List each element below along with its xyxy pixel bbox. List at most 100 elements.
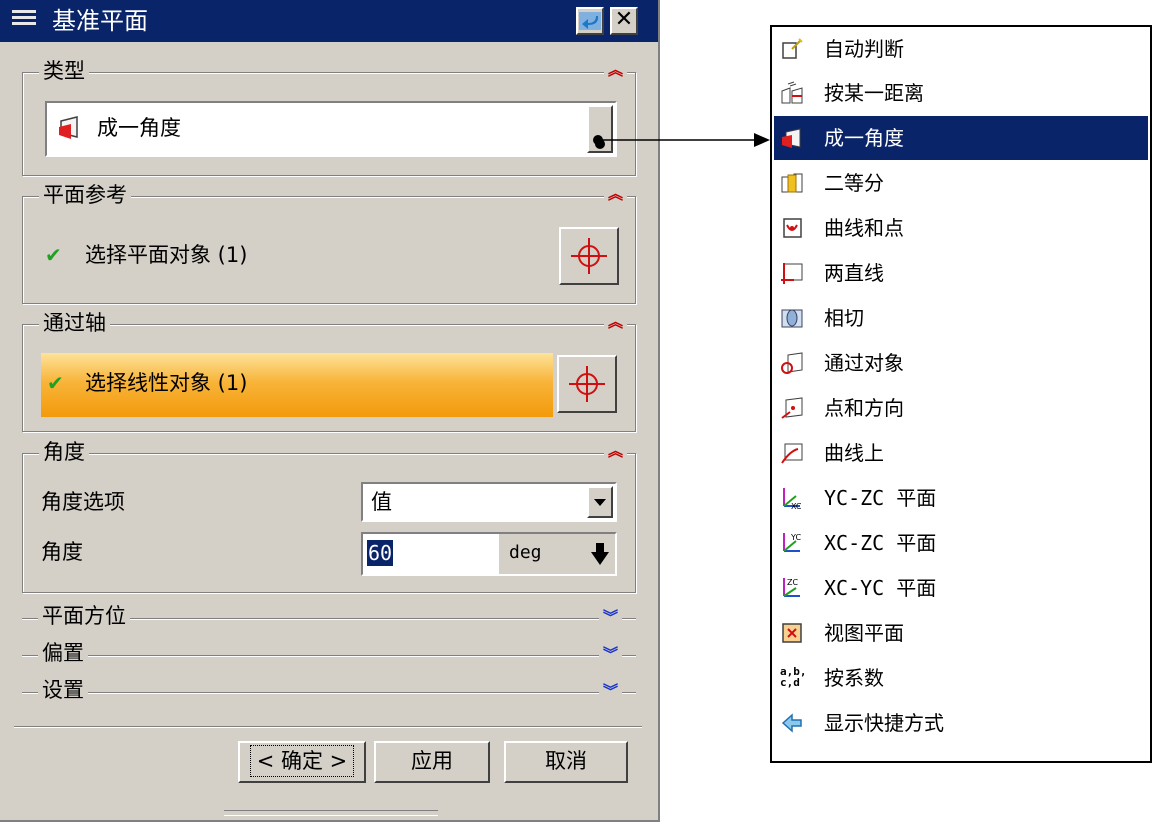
coefficients-icon: a,b, c,d — [780, 665, 807, 689]
cancel-button[interactable]: 取消 — [504, 741, 628, 783]
resize-grip[interactable] — [224, 810, 438, 816]
settings-group[interactable]: 设置 ︾ — [22, 676, 636, 706]
select-plane-button[interactable] — [559, 227, 619, 285]
menu-item-auto-infer[interactable]: 自动判断 — [774, 27, 1148, 71]
show-shortcuts-icon — [781, 713, 802, 733]
settings-title: 设置 — [38, 676, 88, 704]
angle-input-value: 60 — [367, 540, 394, 566]
menu-item-label: 显示快捷方式 — [824, 711, 944, 735]
menu-item-label: 曲线上 — [824, 441, 884, 465]
plane-orientation-group[interactable]: 平面方位 ︾ — [22, 602, 636, 632]
crosshair-icon — [571, 238, 607, 274]
chevron-down-icon — [594, 499, 606, 506]
type-combobox[interactable]: 成一角度 — [45, 101, 617, 157]
title-bar[interactable]: 基准平面 ✕ — [0, 0, 658, 42]
menu-item-on-curve[interactable]: 曲线上 — [774, 431, 1148, 475]
on-curve-icon — [781, 443, 803, 464]
menu-item-curve-point[interactable]: 曲线和点 — [774, 206, 1148, 250]
collapse-through-axis-icon[interactable]: ︽ — [603, 313, 627, 331]
menu-item-distance[interactable]: 按某一距离 — [774, 71, 1148, 115]
arrow-down-icon — [591, 543, 609, 565]
point-direction-icon — [781, 397, 803, 419]
collapse-plane-reference-icon[interactable]: ︽ — [603, 185, 627, 203]
svg-text:XC: XC — [791, 502, 802, 510]
svg-text:YC: YC — [790, 533, 801, 542]
connector-arrow — [593, 133, 770, 147]
menu-item-label: 两直线 — [824, 261, 884, 285]
xc-yc-plane-icon: ZC — [783, 578, 800, 597]
angle-value-field[interactable]: 60 deg — [361, 532, 617, 576]
window-menu-icon[interactable] — [12, 10, 36, 32]
menu-item-label: 按系数 — [824, 666, 884, 690]
collapse-type-icon[interactable]: ︽ — [603, 61, 627, 79]
menu-item-angle[interactable]: 成一角度 — [774, 116, 1148, 160]
select-axis-text: 选择线性对象 (1) — [85, 371, 248, 395]
menu-item-tangent[interactable]: 相切 — [774, 296, 1148, 340]
angle-group: 角度 ︽ 角度选项 值 角度 60 deg — [22, 438, 636, 593]
menu-item-yc-zc-plane[interactable]: XC YC-ZC 平面 — [774, 476, 1148, 520]
type-group: 类型 ︽ 成一角度 — [22, 57, 636, 176]
menu-item-view-plane[interactable]: 视图平面 — [774, 611, 1148, 655]
view-plane-icon — [782, 623, 802, 643]
menu-item-bisector[interactable]: 二等分 — [774, 161, 1148, 205]
separator — [14, 726, 642, 728]
angle-option-dropdown-button[interactable] — [587, 486, 613, 518]
check-icon: ✔ — [45, 243, 62, 267]
angle-option-combobox[interactable]: 值 — [361, 482, 617, 522]
yc-zc-plane-icon: XC — [783, 488, 802, 510]
menu-item-label: XC-ZC 平面 — [824, 531, 937, 555]
angle-unit: deg — [509, 542, 542, 563]
menu-item-label: 相切 — [824, 306, 864, 330]
angle-input[interactable]: 60 — [363, 534, 499, 574]
apply-button[interactable]: 应用 — [374, 741, 490, 783]
expand-settings-icon[interactable]: ︾ — [598, 682, 622, 700]
auto-infer-icon — [782, 38, 803, 59]
menu-item-label: YC-ZC 平面 — [824, 486, 937, 510]
type-selected-value: 成一角度 — [97, 116, 181, 140]
angle-option-label: 角度选项 — [41, 490, 125, 514]
menu-item-show-shortcuts[interactable]: 显示快捷方式 — [774, 701, 1148, 745]
bisector-icon — [781, 173, 803, 193]
angle-menu-button[interactable] — [589, 540, 611, 568]
menu-item-label: 曲线和点 — [824, 216, 904, 240]
close-icon: ✕ — [614, 7, 634, 32]
close-button[interactable]: ✕ — [610, 7, 638, 35]
select-axis-row[interactable]: ✔ 选择线性对象 (1) — [41, 353, 553, 417]
datum-plane-dialog: 基准平面 ✕ 类型 ︽ 成一角度 平面参考 ︽ ✔ 选择平面对象 (1) 通过轴… — [0, 0, 660, 822]
menu-item-xc-yc-plane[interactable]: ZC XC-YC 平面 — [774, 566, 1148, 610]
plane-reference-group: 平面参考 ︽ ✔ 选择平面对象 (1) — [22, 181, 636, 304]
collapse-angle-icon[interactable]: ︽ — [603, 442, 627, 460]
menu-item-label: 自动判断 — [824, 37, 904, 61]
menu-item-through-object[interactable]: 通过对象 — [774, 341, 1148, 385]
plane-reference-group-title: 平面参考 — [39, 181, 131, 209]
xc-zc-plane-icon: YC — [783, 533, 801, 552]
ok-button[interactable]: < 确定 > — [238, 741, 366, 783]
offset-group[interactable]: 偏置 ︾ — [22, 639, 636, 669]
select-plane-row[interactable]: ✔ 选择平面对象 (1) — [25, 225, 555, 289]
menu-item-label: 视图平面 — [824, 621, 904, 645]
reset-button[interactable] — [576, 7, 604, 35]
expand-offset-icon[interactable]: ︾ — [598, 645, 622, 663]
plane-type-menu: 自动判断 按某一距离 成一角度 二等分 曲线和点 两直线 相切 通过对象 点和方… — [770, 25, 1152, 763]
reset-arrow-icon — [579, 12, 601, 30]
angle-icon — [59, 116, 78, 139]
crosshair-icon — [569, 366, 605, 402]
menu-item-label: 点和方向 — [824, 396, 904, 420]
check-icon: ✔ — [47, 371, 64, 395]
menu-item-label: 成一角度 — [824, 126, 904, 150]
menu-item-xc-zc-plane[interactable]: YC XC-ZC 平面 — [774, 521, 1148, 565]
angle-value-label: 角度 — [41, 540, 83, 564]
expand-plane-orientation-icon[interactable]: ︾ — [598, 608, 622, 626]
menu-item-label: XC-YC 平面 — [824, 576, 937, 600]
type-group-title: 类型 — [39, 57, 89, 85]
tangent-icon — [781, 309, 803, 328]
select-plane-text: 选择平面对象 (1) — [85, 243, 248, 267]
svg-text:ZC: ZC — [787, 578, 798, 587]
select-axis-button[interactable] — [557, 355, 617, 413]
menu-item-coefficients[interactable]: a,b, c,d 按系数 — [774, 656, 1148, 700]
menu-item-two-lines[interactable]: 两直线 — [774, 251, 1148, 295]
curve-point-icon — [783, 218, 802, 238]
angle-group-title: 角度 — [39, 438, 89, 466]
menu-item-point-direction[interactable]: 点和方向 — [774, 386, 1148, 430]
angle-icon — [782, 128, 801, 148]
